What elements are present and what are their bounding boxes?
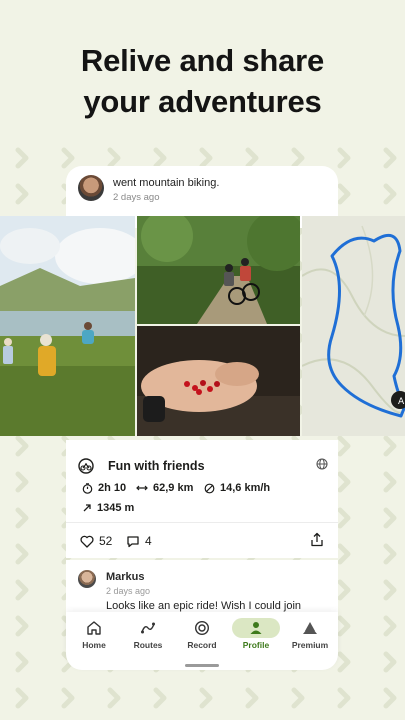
photo-forest-riders[interactable] — [137, 216, 300, 324]
bike-icon — [78, 458, 94, 474]
like-button[interactable]: 52 — [80, 534, 112, 548]
photo-route-map[interactable]: A — [302, 216, 405, 436]
nav-routes[interactable]: Routes — [122, 616, 174, 658]
nav-record[interactable]: Record — [176, 616, 228, 658]
headline-line-2: your adventures — [83, 84, 322, 119]
activity-stats-card[interactable]: Fun with friends 2h 10 62,9 km 14,6 km/h… — [66, 440, 338, 558]
comment-bubble-icon — [127, 535, 139, 547]
photo-berries-hand[interactable] — [137, 326, 300, 436]
comment-button[interactable]: 4 — [126, 534, 152, 548]
nav-profile-label: Profile — [242, 640, 270, 650]
avatar[interactable] — [78, 175, 104, 201]
nav-profile[interactable]: Profile — [230, 616, 282, 658]
headline-line-1: Relive and share — [80, 43, 325, 78]
comment-item[interactable]: Markus 2 days ago Looks like an epic rid… — [66, 560, 338, 620]
nav-home-label: Home — [82, 640, 106, 650]
nav-premium-label: Premium — [291, 640, 329, 650]
stat-elevation: 1345 m — [82, 502, 134, 514]
record-icon — [194, 620, 210, 636]
heart-icon — [80, 535, 94, 548]
comment-text: Looks like an epic ride! Wish I could jo… — [106, 600, 302, 612]
stat-duration: 2h 10 — [82, 482, 126, 494]
home-icon — [87, 621, 101, 635]
premium-icon — [303, 622, 317, 634]
headline: Relive and share your adventures — [0, 40, 405, 122]
duration-value: 2h 10 — [98, 482, 127, 494]
post-title: went mountain biking. — [113, 177, 220, 189]
commenter-name: Markus — [106, 571, 145, 583]
photo-lake-hikers[interactable] — [0, 216, 135, 436]
home-indicator[interactable] — [185, 664, 219, 667]
profile-icon — [250, 622, 262, 634]
distance-value: 62,9 km — [153, 482, 194, 494]
activity-title-row[interactable]: Fun with friends — [78, 458, 205, 474]
bottom-navigation: Home Routes Record Profile Premium — [66, 612, 338, 670]
stat-speed: 14,6 km/h — [204, 482, 270, 494]
svg-text:A: A — [398, 397, 405, 407]
stat-distance: 62,9 km — [136, 482, 193, 494]
like-count: 52 — [99, 534, 113, 548]
nav-home[interactable]: Home — [68, 616, 120, 658]
nav-routes-label: Routes — [133, 640, 163, 650]
distance-arrows-icon — [136, 485, 148, 491]
elevation-value: 1345 m — [97, 502, 135, 514]
photo-gallery[interactable]: A — [0, 216, 405, 436]
speed-icon — [204, 483, 215, 493]
nav-premium[interactable]: Premium — [284, 616, 336, 658]
commenter-avatar[interactable] — [78, 570, 96, 588]
share-icon[interactable] — [310, 532, 324, 547]
speed-value: 14,6 km/h — [220, 482, 271, 494]
activity-title: Fun with friends — [108, 459, 205, 473]
stopwatch-icon — [82, 482, 93, 494]
nav-record-label: Record — [187, 640, 217, 650]
elevation-arrow-icon — [83, 504, 91, 512]
post-timestamp: 2 days ago — [113, 192, 160, 203]
routes-icon — [141, 622, 155, 634]
divider — [66, 522, 338, 523]
comment-count: 4 — [145, 534, 152, 548]
comment-timestamp: 2 days ago — [106, 586, 151, 596]
globe-icon[interactable] — [316, 458, 328, 470]
